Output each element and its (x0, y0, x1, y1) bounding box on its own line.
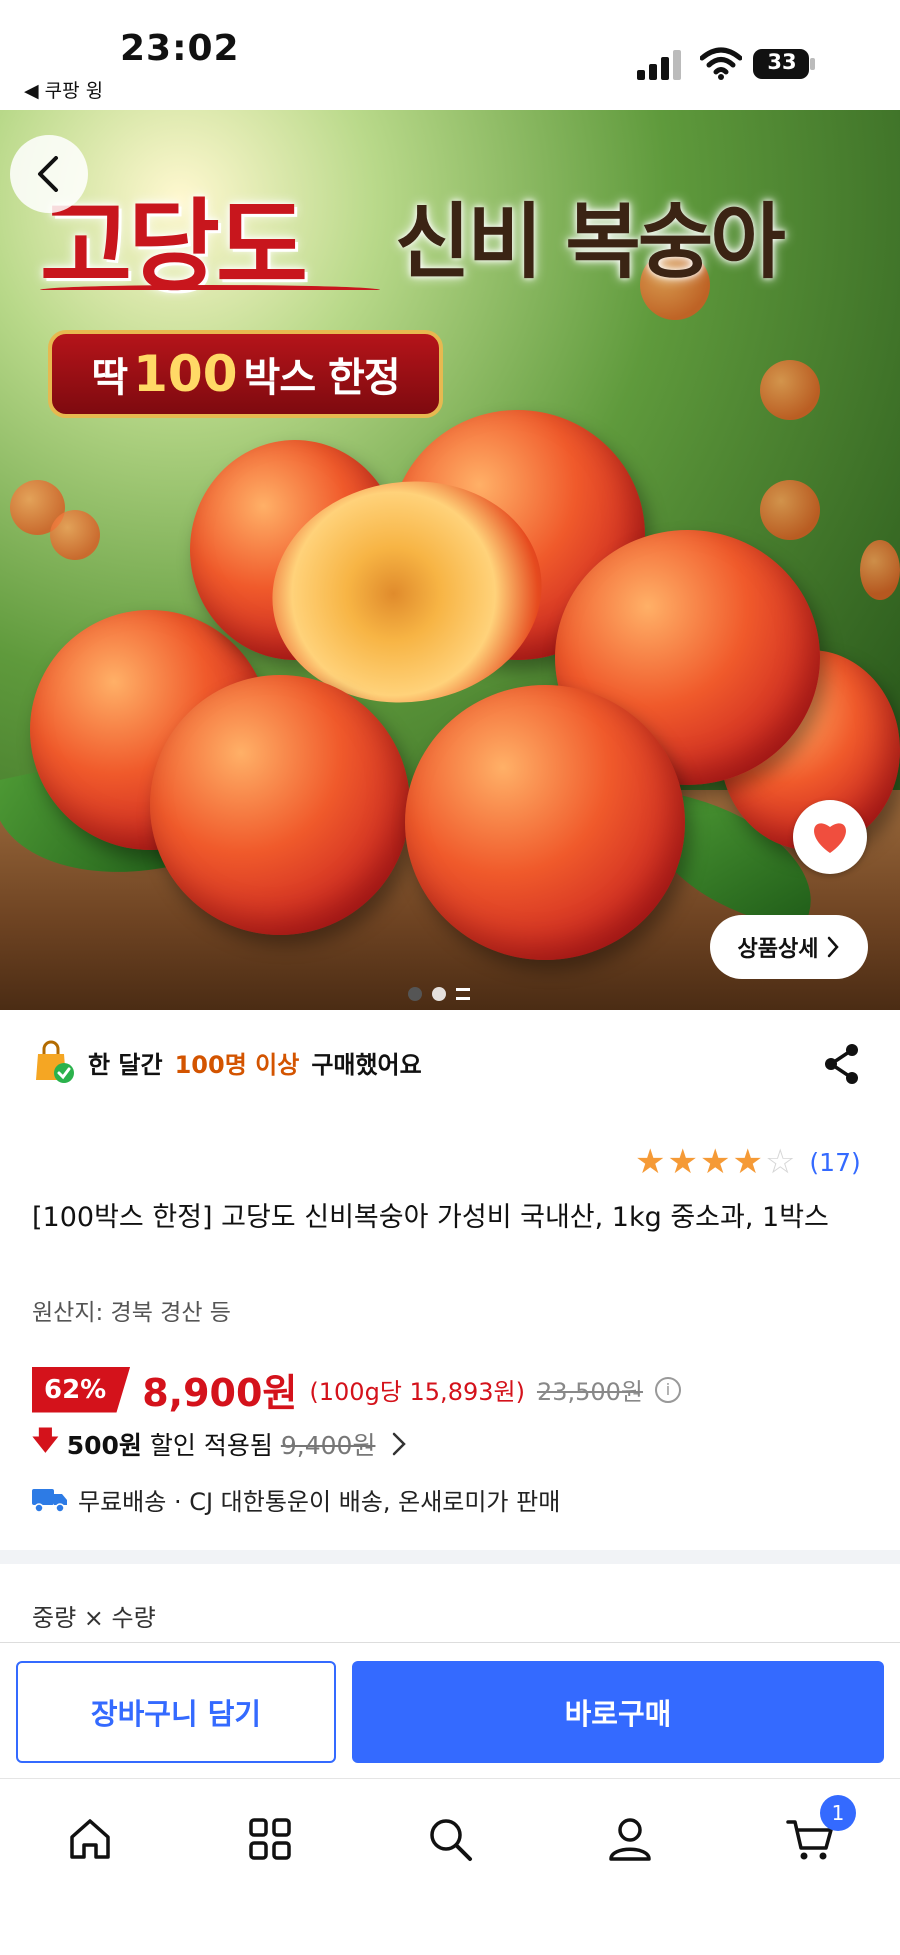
coupon-before-price: 9,400원 (280, 1431, 376, 1460)
share-icon[interactable] (822, 1042, 862, 1086)
search-icon (430, 1819, 472, 1861)
product-title: [100박스 한정] 고당도 신비복숭아 가성비 국내산, 1kg 중소과, 1… (32, 1202, 829, 1233)
coupon-amount: 500원 (66, 1431, 142, 1460)
product-origin: 원산지: 경북 경산 등 (32, 1300, 231, 1326)
tab-search[interactable] (420, 1809, 480, 1869)
shipping-text: 무료배송 · CJ 대한통운이 배송, 온새로미가 판매 (78, 1488, 561, 1516)
wifi-icon (700, 47, 742, 80)
purchase-suffix: 구매했어요 (311, 1050, 422, 1079)
chevron-right-icon (393, 1432, 407, 1456)
review-count-link[interactable]: (17) (809, 1148, 860, 1177)
status-time: 23:02 (120, 28, 240, 69)
bottom-tab-bar: 1 (0, 1778, 900, 1955)
carousel-dot[interactable] (432, 987, 446, 1001)
cta-bar: 장바구니 담기 바로구매 (0, 1643, 900, 1778)
background-peach (860, 540, 900, 600)
home-icon (70, 1819, 110, 1859)
original-price: 23,500원 (536, 1378, 644, 1406)
badge-number: 100 (133, 345, 238, 403)
add-to-cart-button[interactable]: 장바구니 담기 (16, 1661, 336, 1763)
sale-price: 8,900원 (142, 1371, 298, 1415)
detail-button-label: 상품상세 (737, 937, 819, 962)
background-peach (50, 510, 100, 560)
battery-level: 33 (767, 50, 797, 74)
discount-rate-badge: 62% (32, 1366, 131, 1413)
option-label[interactable]: 중량 × 수량 (32, 1598, 156, 1633)
arrow-down-icon: 🡇 (32, 1426, 59, 1456)
cellular-signal-icon (637, 50, 681, 80)
my-account-icon (609, 1818, 651, 1861)
back-button[interactable] (10, 135, 88, 213)
chevron-left-icon (38, 156, 58, 192)
product-rating[interactable]: ★ ★ ★ ★ ☆ (17) (635, 1145, 861, 1179)
star-filled-icon: ★ (667, 1142, 698, 1182)
badge-suffix: 박스 한정 (243, 355, 401, 401)
peach-fruit (150, 675, 410, 935)
title-swoosh (40, 285, 380, 295)
carousel-more-icon[interactable] (456, 988, 470, 1000)
purchase-highlight: 100명 이상 (174, 1050, 300, 1079)
unit-price: (100g당 15,893원) (309, 1378, 525, 1406)
background-peach (760, 360, 820, 420)
tab-home[interactable] (60, 1809, 120, 1869)
status-bar: 23:02 ◀ 쿠팡 윙 33 (0, 0, 900, 110)
coupon-discount-row[interactable]: 🡇 500원 할인 적용됨 9,400원 (32, 1422, 407, 1466)
carousel-dot[interactable] (408, 987, 422, 1001)
tab-my-account[interactable] (600, 1809, 660, 1869)
product-detail-button[interactable]: 상품상세 (710, 915, 868, 979)
tab-categories[interactable] (240, 1809, 300, 1869)
star-empty-icon: ☆ (764, 1142, 796, 1182)
peach-fruit (405, 685, 685, 960)
hero-title-sub: 신비 복숭아 (395, 195, 786, 290)
carousel-indicator[interactable] (408, 987, 470, 1001)
star-filled-icon: ★ (699, 1142, 731, 1182)
price-row: 62% 8,900원 (100g당 15,893원) 23,500원 i (32, 1362, 682, 1417)
background-peach (760, 480, 820, 540)
shipping-info: 무료배송 · CJ 대한통운이 배송, 온새로미가 판매 (32, 1482, 560, 1517)
coupon-label: 할인 적용됨 (149, 1431, 273, 1460)
buy-now-button[interactable]: 바로구매 (352, 1661, 884, 1763)
favorite-button[interactable] (793, 800, 867, 874)
product-hero-image[interactable]: 고당도 신비 복숭아 딱 100 박스 한정 상품상세 (0, 110, 900, 1010)
star-filled-icon: ★ (635, 1142, 666, 1182)
battery-indicator: 33 (752, 48, 816, 80)
purchase-count-banner: 한 달간 100명 이상 구매했어요 (32, 1040, 422, 1084)
back-to-app-link[interactable]: ◀ 쿠팡 윙 (24, 76, 103, 103)
shopping-bag-check-icon (36, 1040, 74, 1083)
purchase-prefix: 한 달간 (88, 1050, 163, 1079)
chevron-right-icon (828, 936, 840, 958)
category-grid-icon (249, 1818, 291, 1860)
delivery-truck-icon (32, 1488, 67, 1513)
section-divider (0, 1550, 900, 1564)
star-filled-icon: ★ (732, 1142, 763, 1182)
limited-badge: 딱 100 박스 한정 (48, 330, 443, 418)
badge-prefix: 딱 (91, 355, 128, 401)
info-icon[interactable]: i (655, 1376, 682, 1403)
heart-icon (814, 823, 846, 853)
cart-count-badge: 1 (820, 1795, 856, 1831)
